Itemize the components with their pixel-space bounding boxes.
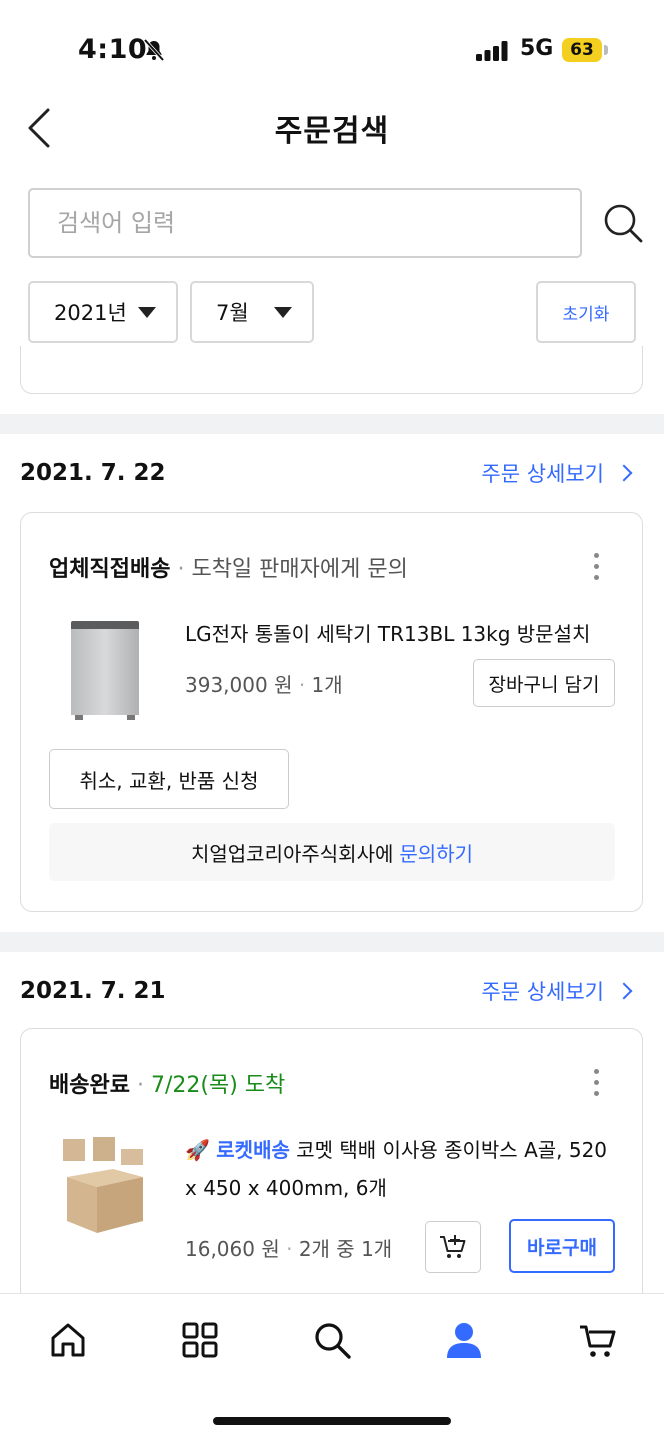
- chevron-right-icon: [615, 982, 633, 1000]
- cart-icon[interactable]: [578, 1320, 618, 1360]
- more-options-icon[interactable]: [594, 1069, 600, 1099]
- section-divider: [0, 414, 664, 434]
- category-grid-icon[interactable]: [180, 1320, 220, 1360]
- seller-inquiry-bar[interactable]: 치얼업코리아주식회사에 문의하기: [49, 823, 615, 881]
- buy-now-button[interactable]: 바로구매: [509, 1219, 615, 1273]
- product-quantity: 2개 중 1개: [298, 1237, 393, 1261]
- seller-name: 치얼업코리아주식회사에: [190, 841, 394, 866]
- order-detail-link[interactable]: 주문 상세보기: [481, 976, 633, 1006]
- order-date: 2021. 7. 21: [20, 978, 166, 1004]
- order-card: 업체직접배송 · 도착일 판매자에게 문의 LG전자 통돌이 세탁기 TR13B…: [20, 512, 643, 912]
- add-to-cart-icon-button[interactable]: [425, 1221, 481, 1273]
- reset-button[interactable]: 초기화: [536, 281, 636, 343]
- search-field-wrapper: [28, 188, 582, 258]
- order-detail-label: 주문 상세보기: [481, 462, 604, 486]
- washing-machine-thumbnail[interactable]: [67, 617, 143, 723]
- product-name-line[interactable]: 🚀 로켓배송 코멧 택배 이사용 종이박스 A골, 520 x 450 x 40…: [185, 1131, 615, 1207]
- battery-nub: [604, 45, 608, 55]
- home-icon[interactable]: [48, 1320, 88, 1360]
- page-title: 주문검색: [274, 114, 390, 149]
- search-input[interactable]: [30, 190, 580, 256]
- inquiry-link[interactable]: 문의하기: [399, 838, 473, 867]
- rocket-icon: 🚀: [185, 1138, 210, 1162]
- home-indicator: [213, 1417, 451, 1425]
- product-price: 393,000 원: [185, 673, 293, 697]
- month-value: 7월: [216, 301, 249, 325]
- shipping-line: 업체직접배송 · 도착일 판매자에게 문의: [49, 551, 408, 583]
- order-card: 배송완료 · 7/22(목) 도착 🚀 로켓배송 코멧 택배 이사용 종이박스 …: [20, 1028, 643, 1318]
- product-price: 16,060 원: [185, 1237, 280, 1261]
- product-name[interactable]: LG전자 통돌이 세탁기 TR13BL 13kg 방문설치: [185, 615, 615, 653]
- shipping-line: 배송완료 · 7/22(목) 도착: [49, 1067, 285, 1099]
- chevron-right-icon: [615, 464, 633, 482]
- bell-muted-icon: [143, 38, 165, 62]
- status-bar: 4:10 5G 63: [0, 0, 664, 100]
- month-dropdown[interactable]: 7월: [190, 281, 314, 343]
- search-icon[interactable]: [602, 202, 644, 244]
- network-label: 5G: [520, 36, 554, 61]
- my-account-icon[interactable]: [444, 1320, 484, 1360]
- shipping-status: 업체직접배송: [49, 557, 171, 582]
- cardboard-box-thumbnail[interactable]: [59, 1133, 151, 1237]
- year-dropdown[interactable]: 2021년: [28, 281, 178, 343]
- more-options-icon[interactable]: [594, 553, 600, 583]
- order-detail-label: 주문 상세보기: [481, 980, 604, 1004]
- shipping-status: 배송완료: [49, 1073, 130, 1098]
- caret-down-icon: [274, 307, 292, 318]
- cart-plus-icon: [440, 1235, 466, 1258]
- bottom-navigation: [0, 1293, 664, 1440]
- price-line: 16,060 원 · 2개 중 1개: [185, 1233, 392, 1262]
- price-line: 393,000 원 · 1개: [185, 669, 343, 698]
- order-date: 2021. 7. 22: [20, 460, 166, 486]
- shipping-note: 도착일 판매자에게 문의: [191, 557, 408, 582]
- delivery-date: 7/22(목) 도착: [150, 1073, 286, 1098]
- signal-icon: [476, 41, 508, 61]
- separator-dot: ·: [177, 557, 185, 582]
- search-icon[interactable]: [312, 1320, 352, 1360]
- rocket-delivery-label: 로켓배송: [216, 1138, 290, 1162]
- battery-indicator: 63: [562, 38, 602, 62]
- year-value: 2021년: [54, 301, 127, 325]
- separator-dot: ·: [298, 673, 306, 697]
- caret-down-icon: [138, 307, 156, 318]
- section-divider: [0, 932, 664, 952]
- previous-order-card-edge: [20, 346, 643, 394]
- product-quantity: 1개: [311, 673, 343, 697]
- order-detail-link[interactable]: 주문 상세보기: [481, 458, 633, 488]
- add-to-cart-button[interactable]: 장바구니 담기: [473, 659, 615, 707]
- status-time: 4:10: [78, 34, 148, 65]
- cancel-exchange-return-button[interactable]: 취소, 교환, 반품 신청: [49, 749, 289, 809]
- separator-dot: ·: [136, 1073, 144, 1098]
- separator-dot: ·: [286, 1237, 293, 1261]
